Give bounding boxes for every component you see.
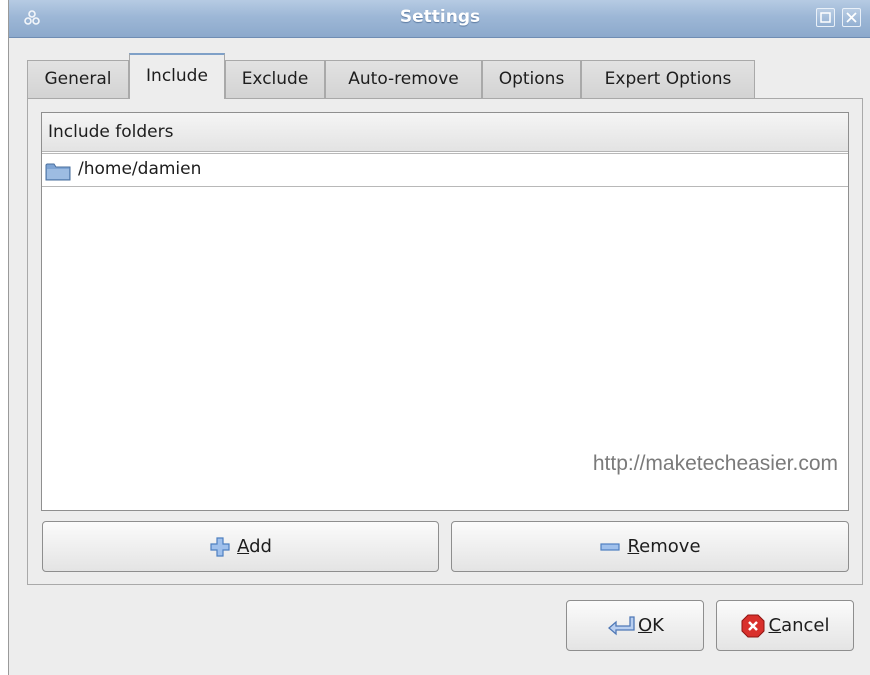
tab-label: Include [146,66,208,86]
maximize-icon [820,12,831,23]
include-folders-list[interactable]: Include folders /home/damien http://make… [41,112,849,511]
window-title: Settings [399,7,481,27]
close-button[interactable] [842,8,861,27]
ok-button-mnemonic: O [638,615,653,636]
tab-general[interactable]: General [27,60,129,98]
add-button[interactable]: Add [42,521,439,572]
folder-icon [45,163,71,181]
close-icon [846,12,857,23]
tab-options[interactable]: Options [482,60,581,98]
add-button-mnemonic: A [237,536,250,557]
column-header-include-folders[interactable]: Include folders [42,113,848,152]
plus-icon [210,536,230,557]
remove-button-mnemonic: R [627,536,640,557]
tab-expert-options[interactable]: Expert Options [581,60,755,98]
tab-exclude[interactable]: Exclude [225,60,325,98]
remove-button-label: emove [639,536,701,557]
maximize-button[interactable] [816,8,835,27]
remove-button[interactable]: Remove [451,521,849,572]
folder-path: /home/damien [78,159,202,179]
watermark-text: http://maketecheasier.com [592,452,838,475]
tab-label: Exclude [241,69,309,89]
tab-auto-remove[interactable]: Auto-remove [325,60,482,98]
tab-include[interactable]: Include [129,53,225,99]
tab-label: Auto-remove [348,69,459,89]
cancel-button[interactable]: Cancel [716,600,854,651]
enter-icon [608,615,635,635]
tab-label: Options [498,69,565,89]
list-item[interactable]: /home/damien [42,153,848,187]
tab-label: Expert Options [604,69,732,89]
ok-button-label: K [652,615,664,636]
minus-icon [600,542,621,551]
cancel-button-label: ancel [781,615,830,636]
cancel-button-mnemonic: C [768,615,782,636]
settings-window: Settings General Include Exclude Auto-re… [8,0,870,675]
tab-label: General [44,69,112,89]
title-bar[interactable]: Settings [9,0,870,38]
cancel-icon [741,614,764,637]
ok-button[interactable]: OK [566,600,704,651]
add-button-label: dd [249,536,272,557]
